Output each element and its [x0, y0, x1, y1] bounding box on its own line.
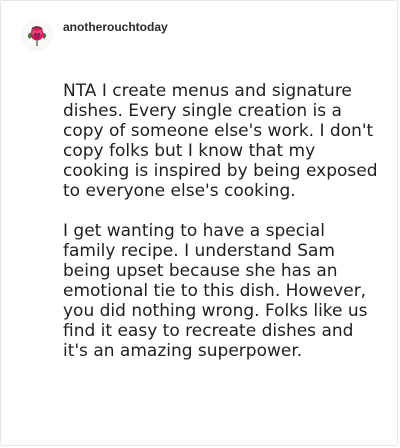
avatar[interactable] — [21, 19, 53, 51]
rose-flower-icon — [27, 26, 47, 46]
username-link[interactable]: anotherouchtoday — [63, 20, 168, 34]
comment-paragraph-1: NTA I create menus and signature dishes.… — [63, 81, 378, 201]
comment-card: anotherouchtoday NTA I create menus and … — [0, 0, 398, 446]
comment-body: NTA I create menus and signature dishes.… — [63, 81, 381, 361]
comment-header: anotherouchtoday — [21, 15, 168, 55]
comment-paragraph-2: I get wanting to have a special family r… — [63, 221, 368, 361]
